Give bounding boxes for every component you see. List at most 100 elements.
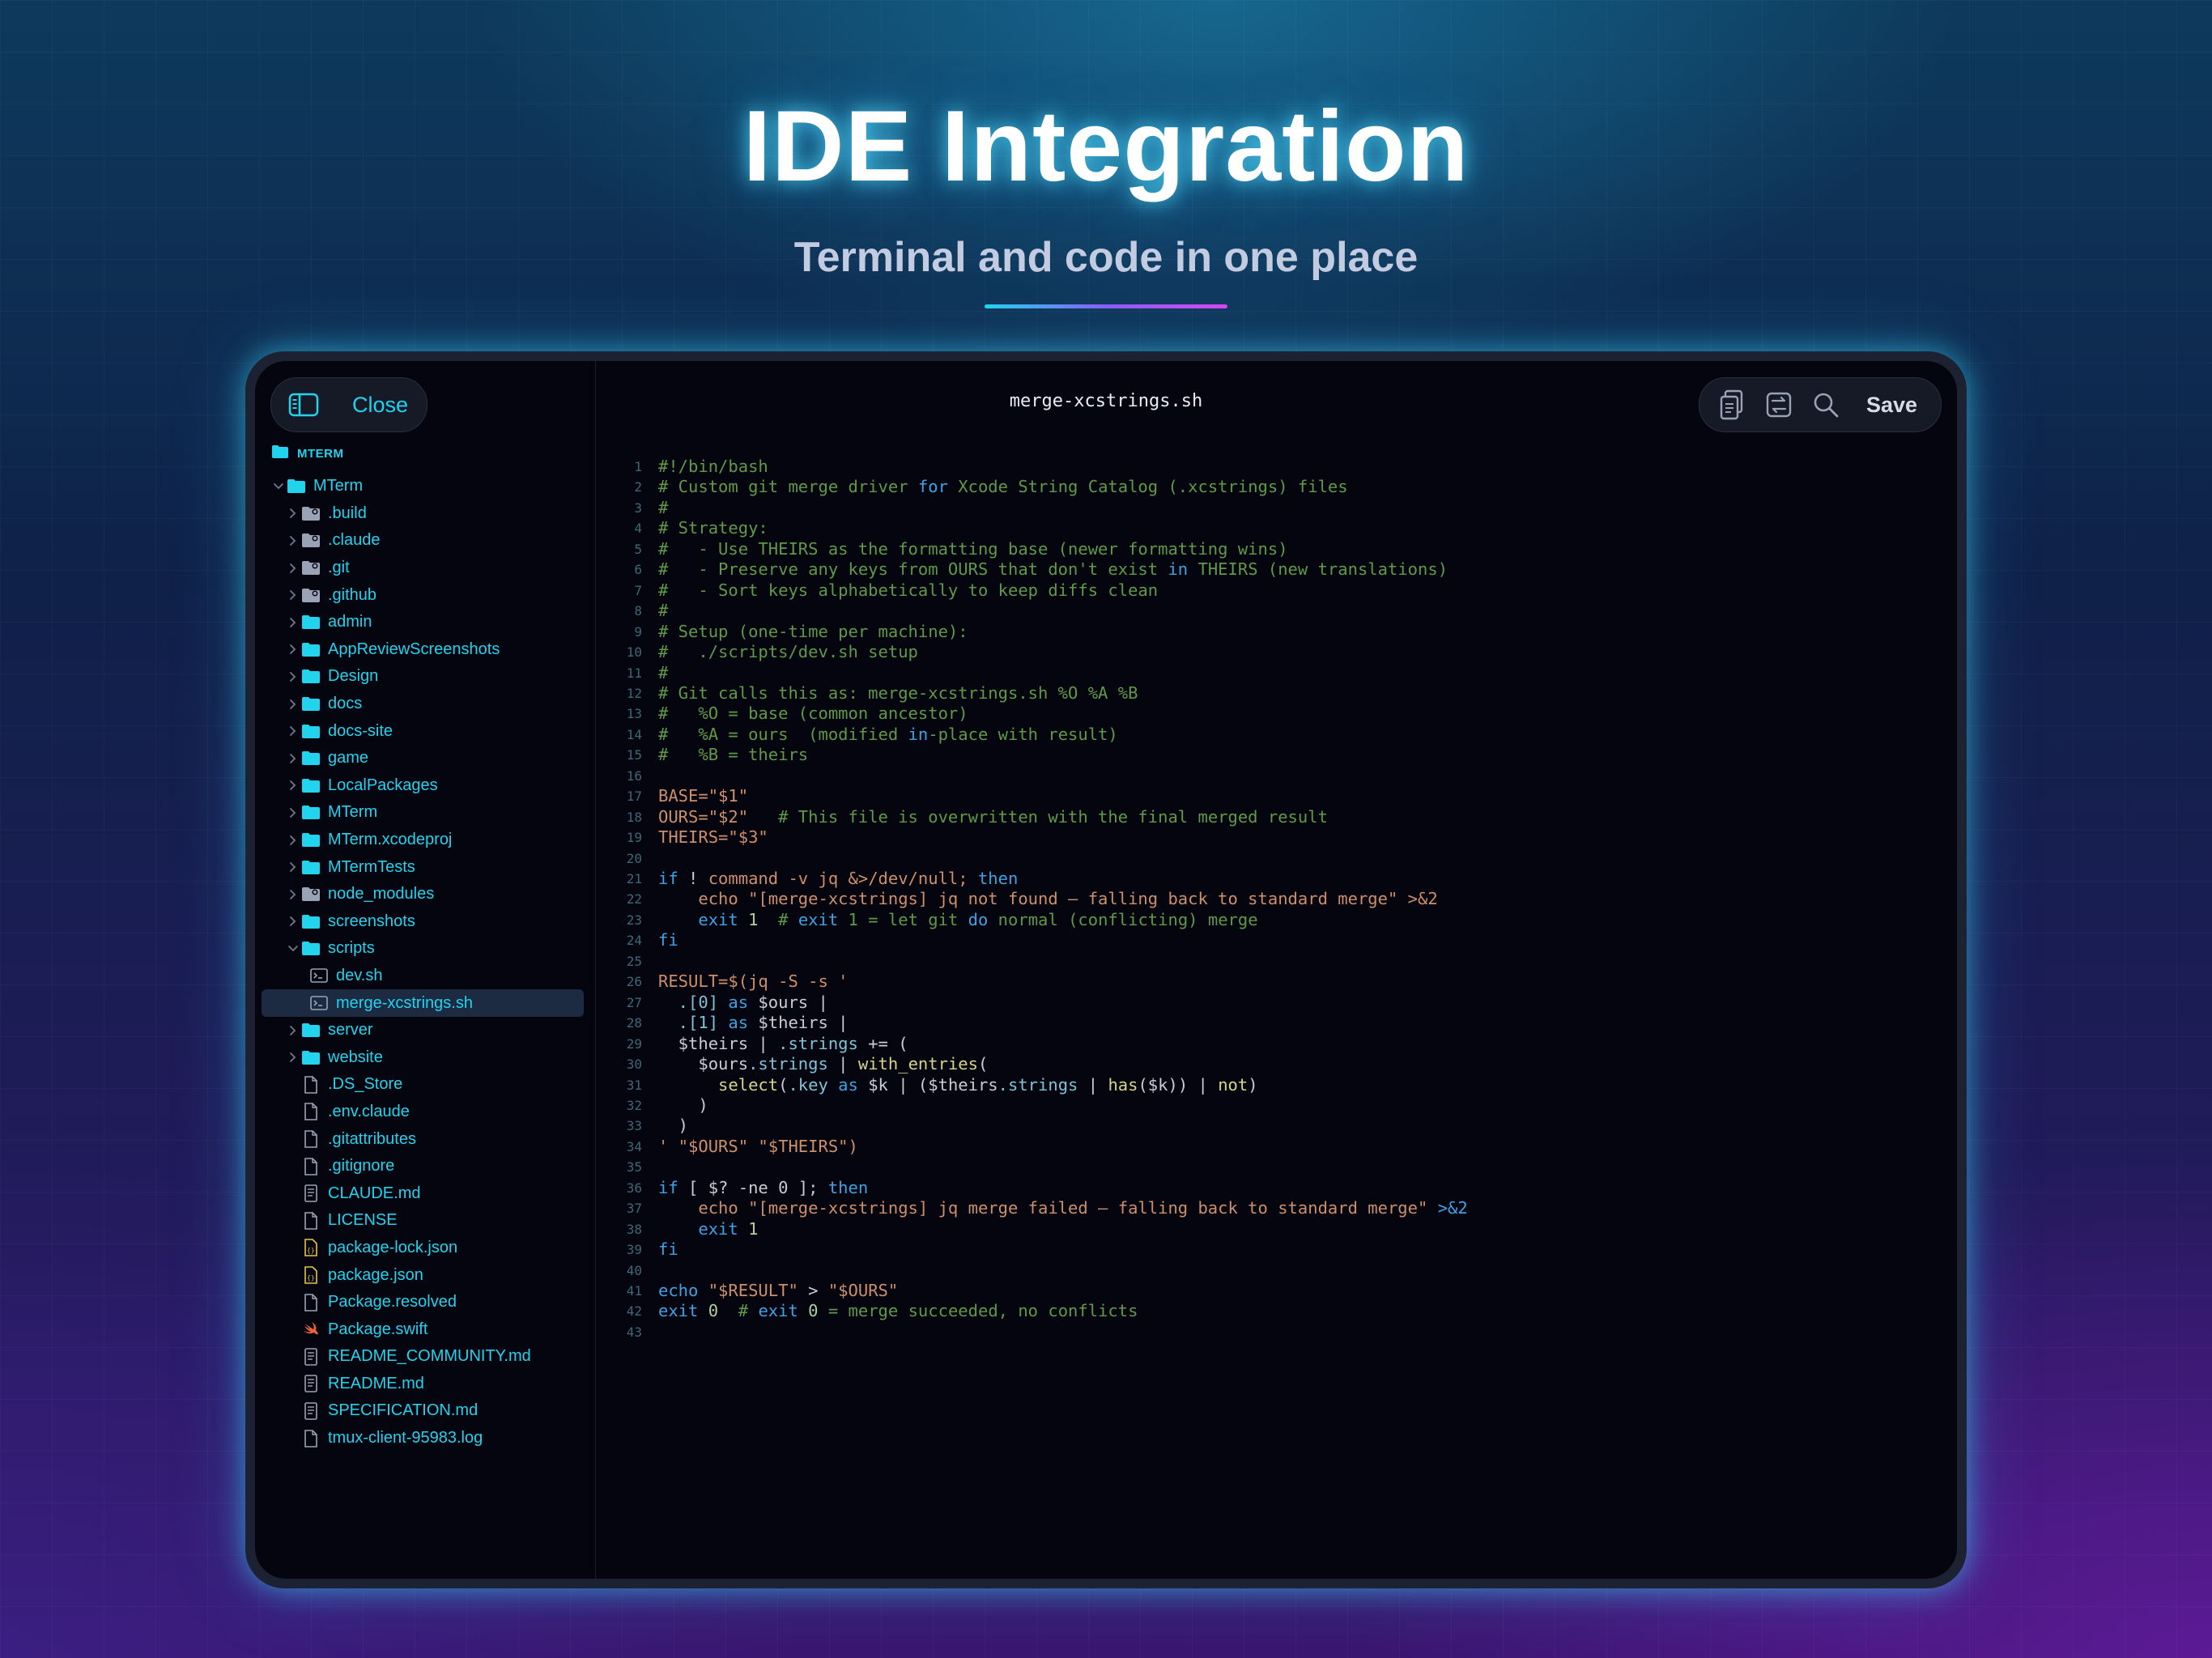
tree-item[interactable]: server: [262, 1017, 584, 1044]
tree-item[interactable]: .git: [262, 555, 584, 582]
save-button[interactable]: Save: [1866, 393, 1917, 418]
tree-item[interactable]: scripts: [262, 935, 584, 963]
code-line[interactable]: 5 # - Use THEIRS as the formatting base (…: [603, 539, 1957, 559]
tree-item[interactable]: Package.resolved: [262, 1289, 584, 1316]
code-line[interactable]: 21 if ! command -v jq &>/dev/null; then: [603, 869, 1957, 889]
tree-item[interactable]: {} package-lock.json: [262, 1235, 584, 1262]
tree-item[interactable]: docs-site: [262, 717, 584, 745]
tree-item[interactable]: .gitattributes: [262, 1125, 584, 1153]
tree-item[interactable]: .claude: [262, 527, 584, 555]
code-line[interactable]: 8 #: [603, 601, 1957, 621]
code-line[interactable]: 20: [603, 848, 1957, 869]
chevron-right-icon[interactable]: [286, 644, 300, 655]
swap-icon[interactable]: [1761, 387, 1797, 423]
code-line[interactable]: 23 exit 1 # exit 1 = let git do normal (…: [603, 910, 1957, 930]
tree-item[interactable]: MTermTests: [262, 853, 584, 881]
code-editor[interactable]: 1 #!/bin/bash 2 # Custom git merge driver f…: [603, 442, 1957, 1579]
code-line[interactable]: 9 # Setup (one-time per machine):: [603, 622, 1957, 642]
code-line[interactable]: 4 # Strategy:: [603, 518, 1957, 538]
tree-item[interactable]: .env.claude: [262, 1099, 584, 1126]
tree-item[interactable]: MTerm.xcodeproj: [262, 827, 584, 854]
tree-item[interactable]: {} package.json: [262, 1261, 584, 1289]
tree-item[interactable]: .gitignore: [262, 1153, 584, 1180]
chevron-right-icon[interactable]: [286, 916, 300, 927]
tree-item[interactable]: AppReviewScreenshots: [262, 636, 584, 664]
chevron-down-icon[interactable]: [286, 945, 300, 953]
code-line[interactable]: 26 RESULT=$(jq -S -s ': [603, 971, 1957, 992]
chevron-right-icon[interactable]: [286, 780, 300, 791]
code-line[interactable]: 19 THEIRS="$3": [603, 827, 1957, 848]
code-line[interactable]: 6 # - Preserve any keys from OURS that do…: [603, 559, 1957, 580]
code-line[interactable]: 24 fi: [603, 930, 1957, 950]
tree-item[interactable]: MTerm: [262, 799, 584, 827]
code-line[interactable]: 12 # Git calls this as: merge-xcstrings.s…: [603, 683, 1957, 704]
code-line[interactable]: 13 # %O = base (common ancestor): [603, 704, 1957, 724]
chevron-right-icon[interactable]: [286, 1025, 300, 1036]
code-line[interactable]: 7 # - Sort keys alphabetically to keep di…: [603, 580, 1957, 601]
tree-item[interactable]: Design: [262, 663, 584, 691]
code-line[interactable]: 29 $theirs | .strings += (: [603, 1034, 1957, 1054]
code-line[interactable]: 43: [603, 1322, 1957, 1342]
code-line[interactable]: 14 # %A = ours (modified in-place with re…: [603, 725, 1957, 745]
code-line[interactable]: 32 ): [603, 1095, 1957, 1116]
code-line[interactable]: 17 BASE="$1": [603, 786, 1957, 806]
code-line[interactable]: 2 # Custom git merge driver for Xcode Str…: [603, 477, 1957, 497]
code-line[interactable]: 16: [603, 766, 1957, 786]
chevron-right-icon[interactable]: [286, 835, 300, 846]
tree-item[interactable]: dev.sh: [262, 963, 584, 990]
code-line[interactable]: 31 select(.key as $k | ($theirs.strings …: [603, 1075, 1957, 1095]
chevron-right-icon[interactable]: [286, 725, 300, 737]
chevron-right-icon[interactable]: [286, 753, 300, 764]
code-line[interactable]: 41 echo "$RESULT" > "$OURS": [603, 1281, 1957, 1301]
chevron-right-icon[interactable]: [286, 563, 300, 574]
code-line[interactable]: 27 .[0] as $ours |: [603, 993, 1957, 1013]
chevron-right-icon[interactable]: [286, 589, 300, 601]
code-line[interactable]: 40: [603, 1261, 1957, 1281]
code-line[interactable]: 36 if [ $? -ne 0 ]; then: [603, 1178, 1957, 1198]
code-line[interactable]: 1 #!/bin/bash: [603, 457, 1957, 477]
code-line[interactable]: 18 OURS="$2" # This file is overwritten w…: [603, 807, 1957, 827]
code-line[interactable]: 30 $ours.strings | with_entries(: [603, 1054, 1957, 1074]
chevron-right-icon[interactable]: [286, 535, 300, 546]
tree-item[interactable]: tmux-client-95983.log: [262, 1425, 584, 1452]
tree-item[interactable]: game: [262, 745, 584, 772]
code-line[interactable]: 10 # ./scripts/dev.sh setup: [603, 642, 1957, 662]
tree-item[interactable]: .github: [262, 581, 584, 609]
tree-item[interactable]: LocalPackages: [262, 772, 584, 800]
tree-item[interactable]: .build: [262, 500, 584, 528]
chevron-right-icon[interactable]: [286, 699, 300, 710]
tree-item[interactable]: admin: [262, 609, 584, 636]
tree-item[interactable]: .DS_Store: [262, 1071, 584, 1099]
code-line[interactable]: 3 #: [603, 498, 1957, 518]
copy-icon[interactable]: [1714, 387, 1750, 423]
code-line[interactable]: 22 echo "[merge-xcstrings] jq not found …: [603, 889, 1957, 909]
chevron-right-icon[interactable]: [286, 889, 300, 900]
tree-item[interactable]: LICENSE: [262, 1207, 584, 1235]
code-line[interactable]: 33 ): [603, 1116, 1957, 1136]
tree-item[interactable]: merge-xcstrings.sh: [262, 989, 584, 1017]
search-icon[interactable]: [1808, 387, 1844, 423]
code-line[interactable]: 35: [603, 1157, 1957, 1177]
tree-item[interactable]: docs: [262, 691, 584, 718]
code-line[interactable]: 37 echo "[merge-xcstrings] jq merge fail…: [603, 1198, 1957, 1218]
code-line[interactable]: 28 .[1] as $theirs |: [603, 1013, 1957, 1033]
code-line[interactable]: 11 #: [603, 663, 1957, 683]
code-line[interactable]: 42 exit 0 # exit 0 = merge succeeded, no …: [603, 1301, 1957, 1321]
tree-item[interactable]: README.md: [262, 1371, 584, 1398]
tree-item[interactable]: CLAUDE.md: [262, 1180, 584, 1207]
code-line[interactable]: 38 exit 1: [603, 1219, 1957, 1239]
chevron-right-icon[interactable]: [286, 1052, 300, 1063]
tree-item[interactable]: README_COMMUNITY.md: [262, 1343, 584, 1371]
code-line[interactable]: 39 fi: [603, 1239, 1957, 1260]
chevron-right-icon[interactable]: [286, 671, 300, 682]
chevron-right-icon[interactable]: [286, 861, 300, 873]
chevron-down-icon[interactable]: [271, 483, 286, 491]
tree-item[interactable]: MTerm: [262, 473, 584, 500]
tree-item[interactable]: SPECIFICATION.md: [262, 1397, 584, 1425]
code-line[interactable]: 15 # %B = theirs: [603, 745, 1957, 765]
tree-item[interactable]: Package.swift: [262, 1316, 584, 1343]
chevron-right-icon[interactable]: [286, 807, 300, 818]
tree-item[interactable]: website: [262, 1044, 584, 1071]
code-line[interactable]: 34 ' "$OURS" "$THEIRS"): [603, 1137, 1957, 1157]
tree-item[interactable]: screenshots: [262, 908, 584, 936]
